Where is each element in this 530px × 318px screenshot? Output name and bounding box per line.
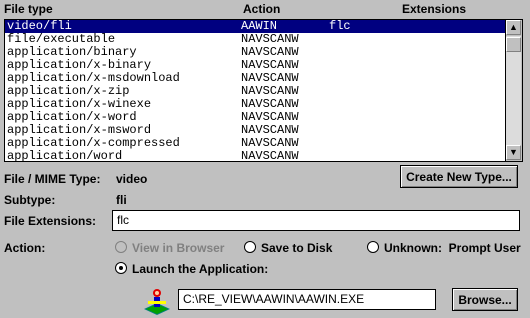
scroll-thumb[interactable] xyxy=(506,37,521,52)
create-new-type-button[interactable]: Create New Type... xyxy=(400,165,518,188)
save-to-disk-label: Save to Disk xyxy=(261,241,333,255)
create-new-type-label: Create New Type... xyxy=(406,169,512,184)
row-action: NAVSCANW xyxy=(241,149,299,162)
scroll-down-button[interactable]: ▼ xyxy=(506,145,521,160)
aawin-app-icon xyxy=(142,285,172,315)
file-extensions-label: File Extensions: xyxy=(4,214,97,228)
file-extensions-field[interactable]: flc xyxy=(112,210,520,231)
vertical-scrollbar[interactable]: ▲ ▼ xyxy=(505,20,522,161)
action-label: Action: xyxy=(4,241,46,255)
browse-label: Browse... xyxy=(458,292,512,307)
application-path-field[interactable]: C:\RE_VIEW\AAWIN\AAWIN.EXE xyxy=(178,289,436,310)
browse-button[interactable]: Browse... xyxy=(452,288,518,311)
table-row[interactable]: application/word NAVSCANW xyxy=(5,150,505,162)
scroll-track[interactable] xyxy=(506,36,521,145)
view-in-browser-label: View in Browser xyxy=(132,241,225,255)
mime-type-label: File / MIME Type: xyxy=(4,172,101,186)
radio-launch-application[interactable] xyxy=(115,262,127,274)
radio-selected-dot xyxy=(119,266,123,270)
unknown-prompt-user-label: Unknown: Prompt User xyxy=(384,241,521,255)
up-arrow-icon: ▲ xyxy=(509,22,518,32)
launch-application-label: Launch the Application: xyxy=(132,262,269,276)
file-type-list[interactable]: video/fli AAWIN flc file/executable NAVSCANW… xyxy=(4,19,523,162)
radio-save-to-disk[interactable] xyxy=(244,241,256,253)
file-type-rows: video/fli AAWIN flc file/executable NAVSCANW… xyxy=(5,19,505,162)
scroll-up-button[interactable]: ▲ xyxy=(506,20,521,35)
column-header-extensions[interactable]: Extensions xyxy=(402,2,466,16)
row-extensions: flc xyxy=(329,19,351,33)
subtype-label: Subtype: xyxy=(4,193,56,207)
column-header-file-type[interactable]: File type xyxy=(4,2,53,16)
down-arrow-icon: ▼ xyxy=(509,147,518,157)
radio-view-in-browser[interactable] xyxy=(115,241,127,253)
mime-type-value: video xyxy=(116,172,148,186)
row-file-type: application/word xyxy=(7,149,123,162)
radio-unknown-prompt-user[interactable] xyxy=(367,241,379,253)
subtype-value: fli xyxy=(116,193,127,207)
column-header-action[interactable]: Action xyxy=(243,2,280,16)
